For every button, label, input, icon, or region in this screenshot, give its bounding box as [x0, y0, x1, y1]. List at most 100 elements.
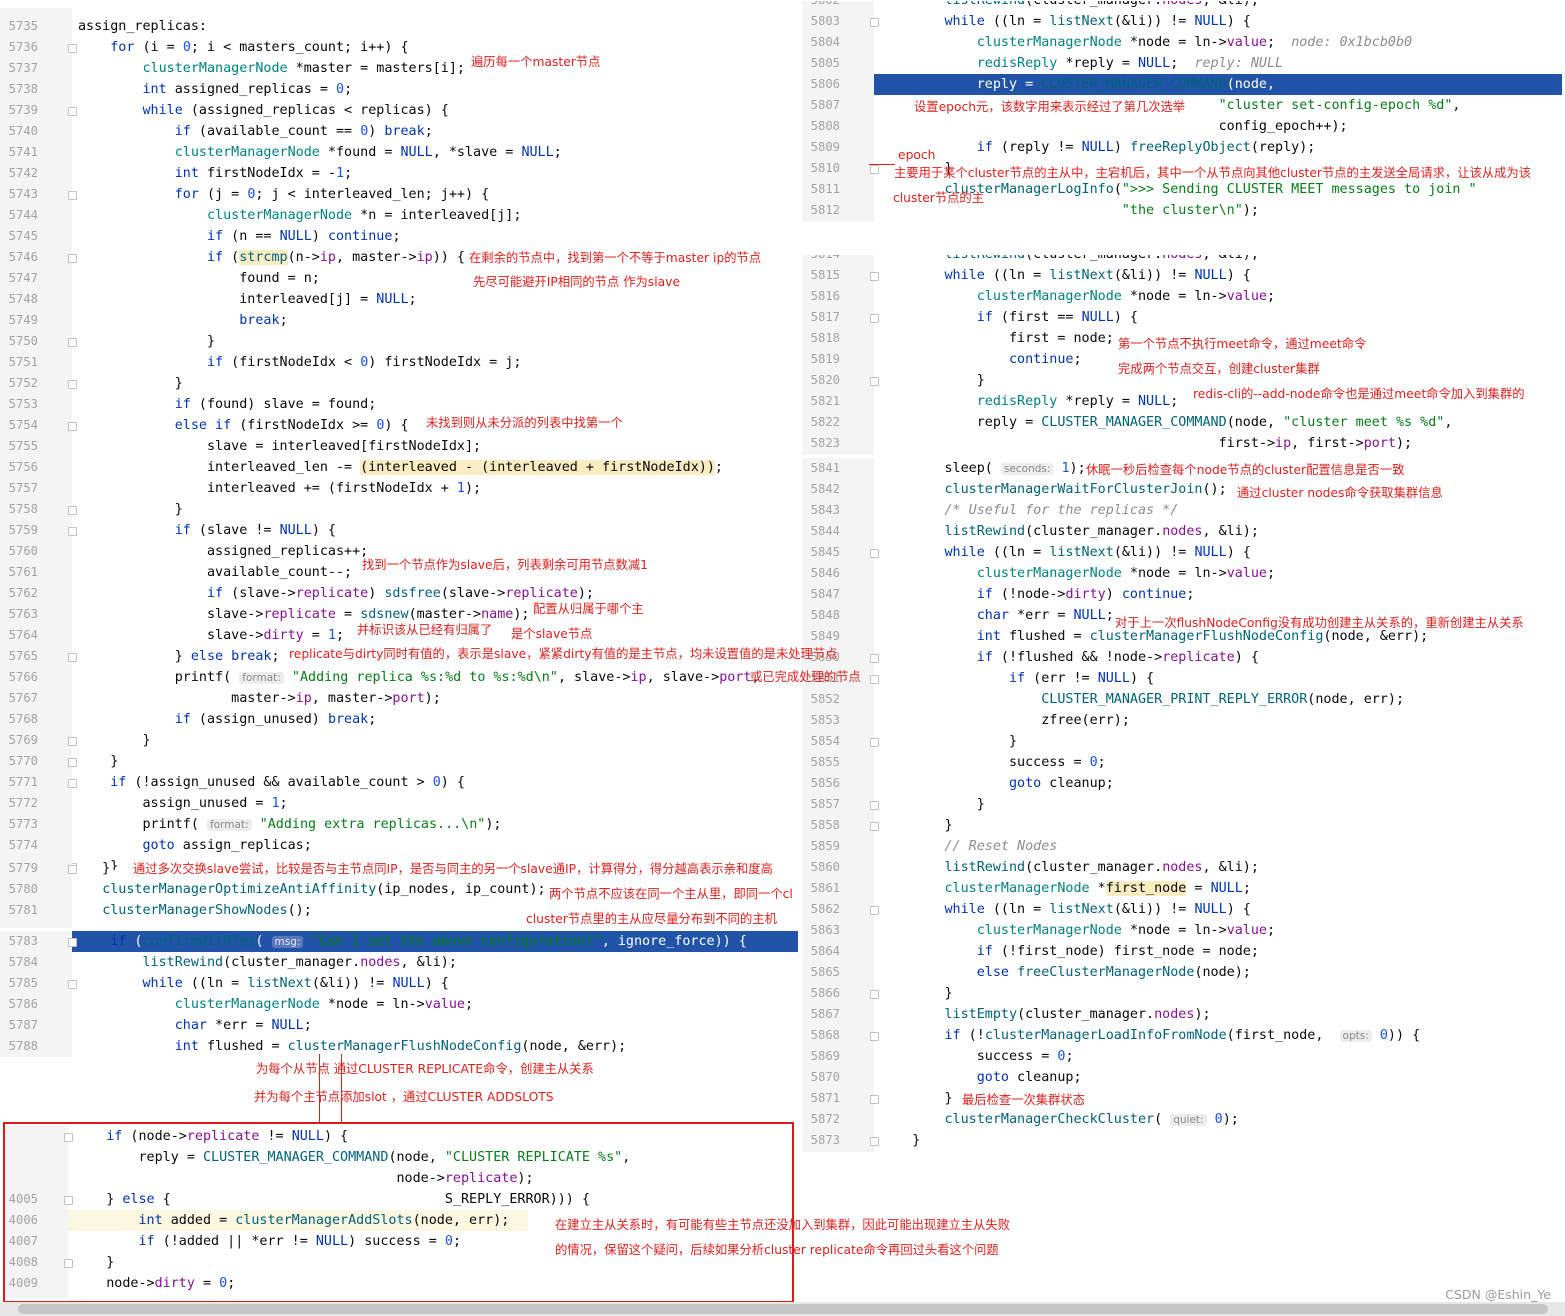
code-line[interactable]: interleaved += (firstNodeIdx + 1);: [78, 478, 481, 499]
fold-toggle-icon[interactable]: [68, 107, 77, 116]
code-line[interactable]: if (!first_node) first_node = node;: [880, 941, 1259, 962]
code-line[interactable]: listRewind(cluster_manager.nodes, &li);: [880, 857, 1259, 878]
code-line[interactable]: listRewind(cluster_manager.nodes, &li);: [880, 1, 1259, 11]
code-line[interactable]: while ((ln = listNext(&li)) != NULL) {: [880, 899, 1251, 920]
code-line[interactable]: printf( format: "Adding extra replicas..…: [78, 814, 501, 836]
code-line[interactable]: redisReply *reply = NULL;: [880, 391, 1179, 412]
code-line[interactable]: clusterManagerNode *node = ln->value; no…: [880, 32, 1412, 53]
fold-toggle-icon[interactable]: [68, 191, 77, 200]
code-line[interactable]: }: [880, 794, 985, 815]
code-line[interactable]: if (found) slave = found;: [78, 394, 377, 415]
fold-toggle-icon[interactable]: [870, 377, 879, 386]
fold-toggle-icon[interactable]: [68, 422, 77, 431]
code-line[interactable]: clusterManagerNode *first_node = NULL;: [880, 878, 1251, 899]
code-line[interactable]: }: [880, 731, 1017, 752]
fold-toggle-icon[interactable]: [870, 1095, 879, 1104]
fold-toggle-icon[interactable]: [68, 653, 77, 662]
code-line[interactable]: clusterManagerNode *node = ln->value;: [880, 286, 1275, 307]
code-line[interactable]: reply = CLUSTER_MANAGER_COMMAND(node,: [880, 74, 1275, 95]
fold-toggle-icon[interactable]: [870, 738, 879, 747]
code-line[interactable]: }: [880, 1088, 952, 1109]
code-line[interactable]: success = 0;: [880, 752, 1106, 773]
fold-toggle-icon[interactable]: [870, 801, 879, 810]
code-line[interactable]: if (first == NULL) {: [880, 307, 1138, 328]
code-line[interactable]: clusterManagerNode *found = NULL, *slave…: [78, 142, 562, 163]
code-line[interactable]: while ((ln = listNext(&li)) != NULL) {: [78, 973, 449, 994]
fold-toggle-icon[interactable]: [68, 779, 77, 788]
code-line[interactable]: for (j = 0; j < interleaved_len; j++) {: [78, 184, 489, 205]
code-line[interactable]: if (!flushed && !node->replicate) {: [880, 647, 1259, 668]
code-line[interactable]: if (strcmp(n->ip, master->ip)) {: [78, 247, 465, 268]
code-line[interactable]: }: [880, 1130, 920, 1151]
code-line[interactable]: break;: [78, 310, 287, 331]
code-line[interactable]: assign_unused = 1;: [78, 793, 287, 814]
code-line[interactable]: if (available_count == 0) break;: [78, 121, 433, 142]
code-line[interactable]: if (err != NULL) {: [880, 668, 1154, 689]
code-line[interactable]: redisReply *reply = NULL; reply: NULL: [880, 53, 1283, 74]
code-line[interactable]: CLUSTER_MANAGER_PRINT_REPLY_ERROR(node, …: [880, 689, 1404, 710]
code-line[interactable]: else freeClusterManagerNode(node);: [880, 962, 1251, 983]
code-line[interactable]: clusterManagerNode *node = ln->value;: [880, 563, 1275, 584]
code-line[interactable]: if (confirmWithYes( msg: "Can I set the …: [78, 931, 747, 953]
code-line[interactable]: int flushed = clusterManagerFlushNodeCon…: [78, 1036, 626, 1057]
fold-toggle-icon[interactable]: [870, 18, 879, 27]
code-line[interactable]: first = node;: [880, 328, 1114, 349]
code-line[interactable]: /* Useful for the replicas */: [880, 500, 1179, 521]
code-line[interactable]: reply = CLUSTER_MANAGER_COMMAND(node, "c…: [880, 412, 1453, 433]
fold-toggle-icon[interactable]: [68, 527, 77, 536]
code-line[interactable]: while ((ln = listNext(&li)) != NULL) {: [880, 265, 1251, 286]
code-line[interactable]: success = 0;: [880, 1046, 1074, 1067]
fold-toggle-icon[interactable]: [870, 1137, 879, 1146]
code-line[interactable]: if (!assign_unused && available_count > …: [78, 772, 465, 793]
code-line[interactable]: if (assign_unused) break;: [78, 709, 377, 730]
fold-toggle-icon[interactable]: [68, 865, 77, 874]
code-line[interactable]: listRewind(cluster_manager.nodes, &li);: [880, 255, 1259, 265]
code-line[interactable]: clusterManagerNode *master = masters[i];: [78, 58, 466, 79]
code-line[interactable]: interleaved[j] = NULL;: [78, 289, 416, 310]
code-line[interactable]: goto cleanup;: [880, 773, 1114, 794]
fold-toggle-icon[interactable]: [870, 272, 879, 281]
code-line[interactable]: first->ip, first->port);: [880, 433, 1413, 454]
fold-toggle-icon[interactable]: [68, 758, 77, 767]
code-line[interactable]: char *err = NULL;: [78, 1015, 312, 1036]
code-line[interactable]: if (!node->dirty) continue;: [880, 584, 1195, 605]
code-line[interactable]: master->ip, master->port);: [78, 688, 441, 709]
fold-toggle-icon[interactable]: [68, 44, 77, 53]
code-line[interactable]: interleaved_len -= (interleaved - (inter…: [78, 457, 723, 478]
fold-toggle-icon[interactable]: [870, 165, 879, 174]
fold-toggle-icon[interactable]: [870, 314, 879, 323]
fold-toggle-icon[interactable]: [68, 506, 77, 515]
code-line[interactable]: if (!clusterManagerLoadInfoFromNode(firs…: [880, 1025, 1421, 1047]
code-line[interactable]: clusterManagerOptimizeAntiAffinity(ip_no…: [78, 879, 545, 900]
code-line[interactable]: clusterManagerNode *n = interleaved[j];: [78, 205, 521, 226]
code-line[interactable]: clusterManagerShowNodes();: [78, 900, 312, 921]
code-line[interactable]: else if (firstNodeIdx >= 0) {: [78, 415, 409, 436]
code-line[interactable]: }: [880, 815, 952, 836]
code-line[interactable]: listRewind(cluster_manager.nodes, &li);: [78, 952, 457, 973]
code-line[interactable]: while (assigned_replicas < replicas) {: [78, 100, 449, 121]
fold-toggle-icon[interactable]: [870, 549, 879, 558]
code-line[interactable]: if (reply != NULL) freeReplyObject(reply…: [880, 137, 1316, 158]
fold-toggle-icon[interactable]: [68, 737, 77, 746]
code-line[interactable]: printf( format: "Adding replica %s:%d to…: [78, 667, 760, 689]
fold-toggle-icon[interactable]: [870, 906, 879, 915]
code-line[interactable]: assign_replicas:: [78, 16, 207, 37]
code-line[interactable]: int assigned_replicas = 0;: [78, 79, 353, 100]
fold-toggle-icon[interactable]: [870, 822, 879, 831]
fold-toggle-icon[interactable]: [68, 980, 77, 989]
code-line[interactable]: }: [78, 751, 118, 772]
code-line[interactable]: while ((ln = listNext(&li)) != NULL) {: [880, 11, 1251, 32]
code-line[interactable]: clusterManagerNode *node = ln->value;: [78, 994, 473, 1015]
code-line[interactable]: } else break;: [78, 646, 280, 667]
code-line[interactable]: }: [78, 499, 183, 520]
code-line[interactable]: zfree(err);: [880, 710, 1130, 731]
code-line[interactable]: }: [78, 331, 215, 352]
code-line[interactable]: sleep( seconds: 1);: [880, 458, 1085, 480]
fold-toggle-icon[interactable]: [870, 990, 879, 999]
code-line[interactable]: for (i = 0; i < masters_count; i++) {: [78, 37, 408, 58]
code-line[interactable]: assigned_replicas++;: [78, 541, 368, 562]
code-line[interactable]: char *err = NULL;: [880, 605, 1114, 626]
fold-toggle-icon[interactable]: [870, 654, 879, 663]
fold-toggle-icon[interactable]: [68, 380, 77, 389]
code-line[interactable]: goto assign_replicas;: [78, 835, 312, 856]
